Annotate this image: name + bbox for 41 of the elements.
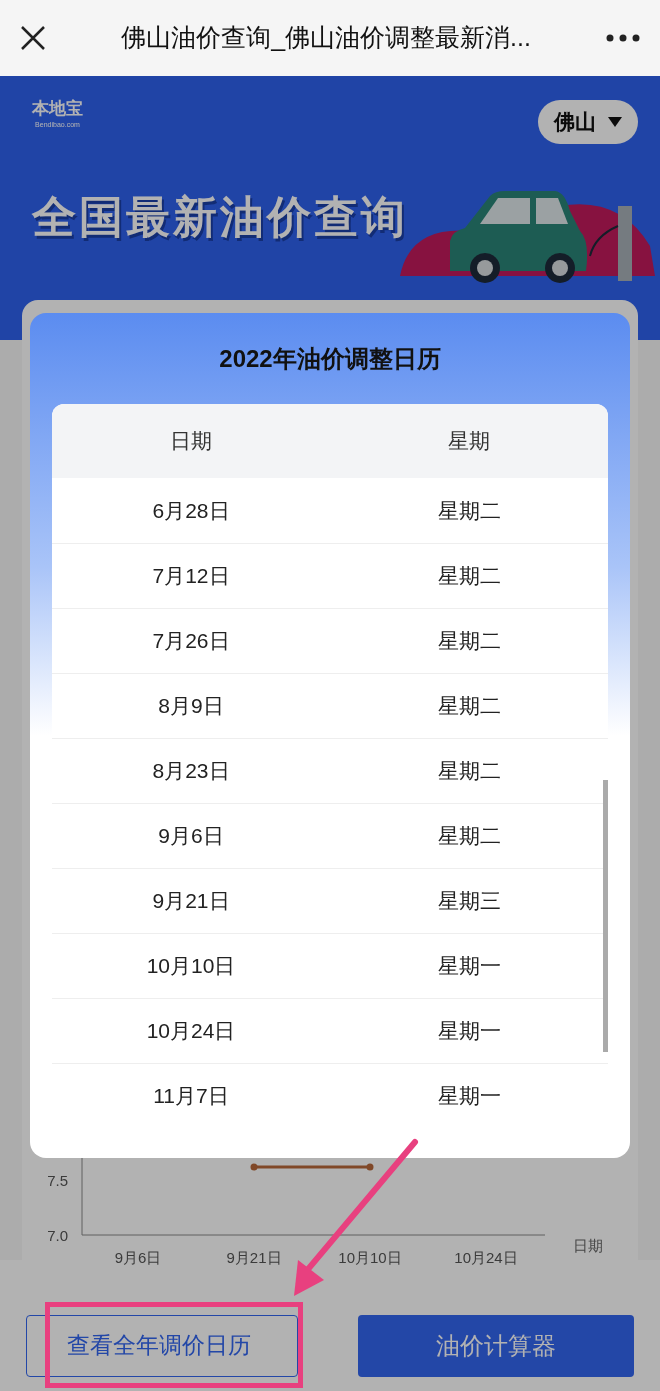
caret-icon: [608, 117, 622, 127]
column-header: 星期: [448, 428, 490, 455]
table-cell-text: 星期二: [437, 693, 501, 720]
table-cell-text: 星期二: [437, 497, 501, 524]
table-cell-text: 6月28日: [152, 497, 230, 524]
y-tick-label: 7.0: [47, 1227, 68, 1244]
table-cell-text: 星期二: [437, 563, 501, 590]
table-cell-text: 10月24日: [146, 1018, 236, 1045]
table-cell-text: 10月10日: [146, 953, 236, 980]
table-cell-text: 7月12日: [152, 563, 230, 590]
x-tick-label: 9月6日: [114, 1249, 162, 1266]
table-cell-text: 7月26日: [152, 628, 230, 655]
table-cell-text: 星期一: [437, 1083, 501, 1110]
data-point: [366, 1163, 374, 1171]
page-title: 佛山油价查询_佛山油价调整最新消...: [120, 22, 532, 54]
x-tick-label: 9月21日: [226, 1249, 282, 1266]
table-cell-text: 8月23日: [152, 758, 230, 785]
calendar-button[interactable]: 查看全年调价日历: [26, 1314, 298, 1377]
close-icon[interactable]: [20, 25, 46, 51]
table-cell-text: 星期二: [437, 758, 501, 785]
table-cell-text: 11月7日: [153, 1083, 229, 1110]
column-header: 日期: [170, 428, 212, 455]
banner-headline: 全国最新油价查询: [32, 191, 408, 243]
table-cell-text: 9月21日: [152, 888, 230, 915]
modal-title: 2022年油价调整日历: [219, 343, 441, 374]
table-cell-text: 星期一: [437, 953, 501, 980]
table-cell-text: 星期二: [437, 823, 501, 850]
x-tick-label: 10月10日: [338, 1249, 402, 1266]
table-cell-text: 星期三: [437, 888, 501, 915]
table-cell-text: 星期一: [437, 1018, 501, 1045]
axis-title: 日期: [573, 1237, 603, 1254]
more-icon[interactable]: [606, 34, 640, 42]
y-tick-label: 7.5: [47, 1172, 68, 1190]
city-selector[interactable]: 佛山: [538, 100, 638, 144]
logo: 本地宝: [32, 100, 83, 117]
table-cell-text: 8月9日: [158, 693, 224, 720]
table-cell-text: 星期二: [437, 628, 501, 655]
x-tick-label: 10月24日: [454, 1249, 518, 1266]
table-cell-text: 9月6日: [158, 823, 224, 850]
data-point: [250, 1163, 258, 1171]
calculator-button[interactable]: 油价计算器: [358, 1314, 634, 1377]
